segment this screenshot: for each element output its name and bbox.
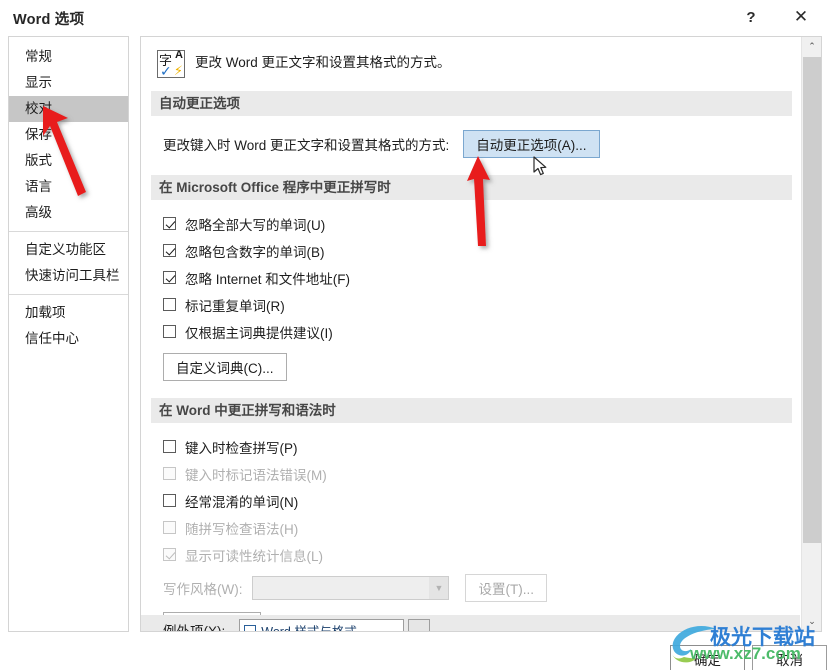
- vertical-scrollbar[interactable]: ⌃ ⌄: [801, 37, 821, 631]
- sidebar-item-addins[interactable]: 加载项: [9, 300, 128, 326]
- checkbox-box: [163, 521, 176, 534]
- exceptions-select[interactable]: Word 样式与格式: [239, 619, 405, 632]
- writing-style-row: 写作风格(W): ▼ 设置(T)...: [163, 574, 800, 602]
- exceptions-dropdown-arrow[interactable]: [408, 619, 431, 631]
- lightning-bolt-icon: ⚡: [173, 63, 183, 78]
- checkbox-box: [163, 548, 176, 561]
- content-scroll-area: 字 A ✓ ⚡ 更改 Word 更正文字和设置其格式的方式。 自动更正选项 更改…: [141, 37, 800, 631]
- checkbox-box[interactable]: [163, 440, 176, 453]
- checkbox-suggest-from-main-dictionary-only[interactable]: 仅根据主词典提供建议(I): [163, 318, 800, 345]
- exceptions-row-partial: 例外项(X): Word 样式与格式: [141, 615, 800, 632]
- writing-style-label: 写作风格(W):: [163, 582, 243, 597]
- sidebar-item-quick-access-toolbar[interactable]: 快速访问工具栏: [9, 263, 128, 289]
- writing-style-value: [253, 577, 429, 599]
- cancel-button[interactable]: 取消: [752, 645, 827, 670]
- sidebar-item-save[interactable]: 保存: [9, 122, 128, 148]
- checkbox-label: 随拼写检查语法(H): [185, 521, 299, 537]
- sidebar-item-proofing[interactable]: 校对: [9, 96, 128, 122]
- proofing-header: 字 A ✓ ⚡ 更改 Word 更正文字和设置其格式的方式。: [141, 37, 800, 78]
- checkbox-box[interactable]: [163, 298, 176, 311]
- checkbox-check-spelling-as-you-type[interactable]: 键入时检查拼写(P): [163, 433, 800, 460]
- scroll-down-icon[interactable]: ⌄: [802, 612, 821, 631]
- office-spelling-body: 忽略全部大写的单词(U) 忽略包含数字的单词(B) 忽略 Internet 和文…: [141, 200, 800, 381]
- checkbox-mark-grammar-errors-as-you-type: 键入时标记语法错误(M): [163, 460, 800, 487]
- sidebar-item-language[interactable]: 语言: [9, 174, 128, 200]
- checkbox-box[interactable]: [163, 217, 176, 230]
- autocorrect-row: 更改键入时 Word 更正文字和设置其格式的方式: 自动更正选项(A)...: [163, 130, 800, 158]
- title-bar: Word 选项 ? ✕: [0, 0, 830, 36]
- checkbox-label: 显示可读性统计信息(L): [185, 548, 323, 564]
- word-spelling-body: 键入时检查拼写(P) 键入时标记语法错误(M) 经常混淆的单词(N) 随拼写检查…: [141, 423, 800, 631]
- sidebar-item-layout[interactable]: 版式: [9, 148, 128, 174]
- sidebar-item-trust-center[interactable]: 信任中心: [9, 326, 128, 352]
- checkbox-label: 键入时标记语法错误(M): [185, 467, 327, 483]
- autocorrect-row-label: 更改键入时 Word 更正文字和设置其格式的方式:: [163, 138, 450, 153]
- document-icon: [244, 624, 257, 631]
- checkbox-ignore-internet-file-addresses[interactable]: 忽略 Internet 和文件地址(F): [163, 264, 800, 291]
- checkbox-label: 键入时检查拼写(P): [185, 440, 298, 456]
- word-options-dialog: Word 选项 ? ✕ 常规 显示 校对 保存 版式 语言 高级 自定义功能区 …: [0, 0, 830, 670]
- scrollbar-thumb[interactable]: [803, 57, 821, 543]
- checkbox-frequently-confused-words[interactable]: 经常混淆的单词(N): [163, 487, 800, 514]
- section-header-autocorrect: 自动更正选项: [151, 91, 792, 116]
- checkbox-box: [163, 467, 176, 480]
- checkbox-box[interactable]: [163, 494, 176, 507]
- writing-style-select[interactable]: ▼: [252, 576, 450, 600]
- checkbox-box[interactable]: [163, 271, 176, 284]
- checkbox-flag-repeated-words[interactable]: 标记重复单词(R): [163, 291, 800, 318]
- content-panel: 字 A ✓ ⚡ 更改 Word 更正文字和设置其格式的方式。 自动更正选项 更改…: [140, 36, 822, 632]
- checkbox-label: 忽略 Internet 和文件地址(F): [185, 271, 351, 287]
- section-header-office-spelling: 在 Microsoft Office 程序中更正拼写时: [151, 175, 792, 200]
- exceptions-value: Word 样式与格式: [261, 624, 357, 632]
- check-icon: ✓: [160, 63, 172, 79]
- sidebar-item-display[interactable]: 显示: [9, 70, 128, 96]
- proofing-description: 更改 Word 更正文字和设置其格式的方式。: [195, 55, 451, 70]
- checkbox-label: 经常混淆的单词(N): [185, 494, 299, 510]
- page-title: Word 选项: [13, 12, 85, 28]
- chevron-down-icon: ▼: [429, 577, 449, 599]
- proofing-icon-a: A: [175, 49, 183, 61]
- autocorrect-options-button[interactable]: 自动更正选项(A)...: [463, 130, 600, 158]
- autocorrect-body: 更改键入时 Word 更正文字和设置其格式的方式: 自动更正选项(A)...: [141, 116, 800, 158]
- checkbox-ignore-words-with-numbers[interactable]: 忽略包含数字的单词(B): [163, 237, 800, 264]
- sidebar-divider-2: [9, 294, 128, 295]
- exceptions-label: 例外项(X):: [163, 624, 226, 632]
- sidebar: 常规 显示 校对 保存 版式 语言 高级 自定义功能区 快速访问工具栏 加载项 …: [8, 36, 129, 632]
- scroll-up-icon[interactable]: ⌃: [802, 37, 821, 56]
- checkbox-show-readability-statistics: 显示可读性统计信息(L): [163, 541, 800, 568]
- close-button[interactable]: ✕: [778, 0, 824, 34]
- ok-button[interactable]: 确定: [670, 645, 745, 670]
- sidebar-item-general[interactable]: 常规: [9, 44, 128, 70]
- checkbox-box[interactable]: [163, 325, 176, 338]
- checkbox-ignore-uppercase[interactable]: 忽略全部大写的单词(U): [163, 210, 800, 237]
- section-header-word-spelling: 在 Word 中更正拼写和语法时: [151, 398, 792, 423]
- checkbox-label: 标记重复单词(R): [185, 298, 285, 314]
- custom-dictionaries-button[interactable]: 自定义词典(C)...: [163, 353, 287, 381]
- sidebar-item-customize-ribbon[interactable]: 自定义功能区: [9, 237, 128, 263]
- checkbox-box[interactable]: [163, 244, 176, 257]
- checkbox-label: 忽略全部大写的单词(U): [185, 217, 326, 233]
- proofing-icon: 字 A ✓ ⚡: [157, 49, 185, 79]
- checkbox-label: 忽略包含数字的单词(B): [185, 244, 325, 260]
- sidebar-divider-1: [9, 231, 128, 232]
- grammar-settings-button: 设置(T)...: [465, 574, 547, 602]
- help-button[interactable]: ?: [728, 0, 774, 34]
- sidebar-item-advanced[interactable]: 高级: [9, 200, 128, 226]
- checkbox-label: 仅根据主词典提供建议(I): [185, 325, 333, 341]
- checkbox-check-grammar-with-spelling: 随拼写检查语法(H): [163, 514, 800, 541]
